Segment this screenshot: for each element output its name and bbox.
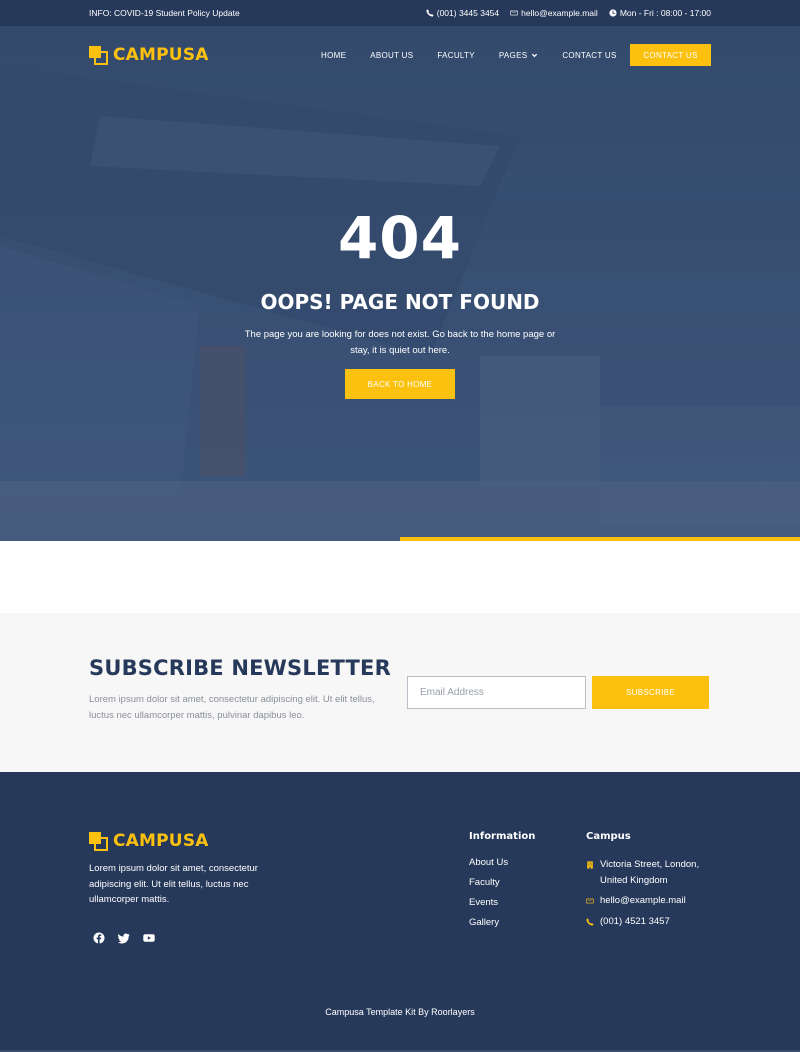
social-links	[93, 932, 155, 944]
footer-address-text: Victoria Street, London, United Kingdom	[600, 859, 700, 886]
envelope-icon	[510, 10, 518, 16]
main-nav: HOME ABOUT US FACULTY PAGES CONTACT US	[321, 51, 641, 60]
footer-phone-text: (001) 4521 3457	[600, 915, 670, 927]
newsletter-section: SUBSCRIBE NEWSLETTER Lorem ipsum dolor s…	[0, 613, 800, 772]
footer-link-events[interactable]: Events	[469, 897, 535, 908]
topbar-hours: Mon - Fri : 08:00 - 17:00	[609, 8, 711, 18]
facebook-icon[interactable]	[93, 932, 105, 944]
clock-icon	[609, 9, 617, 17]
nav-item-home[interactable]: HOME	[321, 51, 346, 60]
nav-about-label: ABOUT US	[370, 51, 414, 60]
footer-about: Lorem ipsum dolor sit amet, consectetur …	[89, 863, 258, 905]
error-description: The page you are looking for does not ex…	[244, 329, 556, 356]
footer-information-title: Information	[469, 831, 536, 842]
nav-pages-label: PAGES	[498, 51, 528, 60]
nav-faculty-label: FACULTY	[437, 51, 475, 60]
nav-item-contact[interactable]: CONTACT US	[562, 51, 616, 60]
logo-mark-icon	[89, 45, 108, 65]
footer-link-about[interactable]: About Us	[469, 857, 535, 868]
nav-item-pages[interactable]: PAGES	[499, 51, 538, 60]
back-to-home-button[interactable]: BACK TO HOME	[345, 369, 455, 399]
newsletter-title: SUBSCRIBE NEWSLETTER	[89, 656, 391, 680]
footer: CAMPUSA Lorem ipsum dolor sit amet, cons…	[0, 772, 800, 1052]
newsletter-text: Lorem ipsum dolor sit amet, consectetur …	[89, 694, 375, 721]
copyright-text: Campusa Template Kit By Roorlayers	[325, 1007, 475, 1017]
footer-email[interactable]: hello@example.mail	[586, 893, 716, 909]
envelope-icon	[586, 898, 594, 904]
footer-campus-column: Campus Victoria Street, London, United K…	[586, 831, 716, 934]
topbar-email-text: hello@example.mail	[521, 8, 598, 18]
hero-overlay	[0, 26, 800, 541]
logo-mark-icon	[89, 831, 108, 851]
chevron-down-icon	[532, 53, 538, 58]
covid-info-link[interactable]: INFO: COVID-19 Student Policy Update	[89, 8, 240, 18]
footer-information-column: Information About Us Faculty Events Gall…	[469, 831, 535, 937]
nav-contact-label: CONTACT US	[562, 51, 617, 60]
error-title: OOPS! PAGE NOT FOUND	[260, 290, 540, 314]
footer-link-faculty[interactable]: Faculty	[469, 877, 535, 888]
footer-address: Victoria Street, London, United Kingdom	[586, 857, 716, 888]
topbar-phone-text: (001) 3445 3454	[436, 8, 500, 18]
top-bar: INFO: COVID-19 Student Policy Update (00…	[0, 0, 800, 26]
youtube-icon[interactable]	[143, 932, 155, 944]
phone-icon	[586, 917, 594, 926]
nav-home-label: HOME	[321, 51, 347, 60]
topbar-email: hello@example.mail	[510, 8, 598, 18]
hero-accent-stripe	[400, 537, 800, 541]
subscribe-button[interactable]: SUBSCRIBE	[592, 676, 709, 709]
footer-email-text: hello@example.mail	[600, 895, 686, 906]
topbar-phone: (001) 3445 3454	[426, 8, 499, 18]
phone-icon	[426, 9, 434, 17]
topbar-contact: (001) 3445 3454 hello@example.mail Mon -…	[426, 8, 711, 18]
footer-campus-title: Campus	[586, 831, 631, 842]
nav-item-faculty[interactable]: FACULTY	[437, 51, 475, 60]
footer-logo-text: CAMPUSA	[113, 831, 209, 851]
hero-section	[0, 26, 800, 541]
header-logo[interactable]: CAMPUSA	[89, 45, 209, 65]
contact-us-button[interactable]: CONTACT US	[630, 44, 711, 66]
footer-link-gallery[interactable]: Gallery	[469, 917, 535, 928]
footer-phone[interactable]: (001) 4521 3457	[586, 914, 716, 930]
twitter-icon[interactable]	[118, 932, 130, 944]
building-icon	[587, 861, 593, 869]
email-input[interactable]: Email Address	[407, 676, 586, 709]
topbar-hours-text: Mon - Fri : 08:00 - 17:00	[619, 8, 711, 18]
header-logo-text: CAMPUSA	[113, 45, 209, 65]
error-code: 404	[337, 204, 463, 272]
footer-logo[interactable]: CAMPUSA	[89, 831, 209, 851]
nav-item-about[interactable]: ABOUT US	[370, 51, 413, 60]
